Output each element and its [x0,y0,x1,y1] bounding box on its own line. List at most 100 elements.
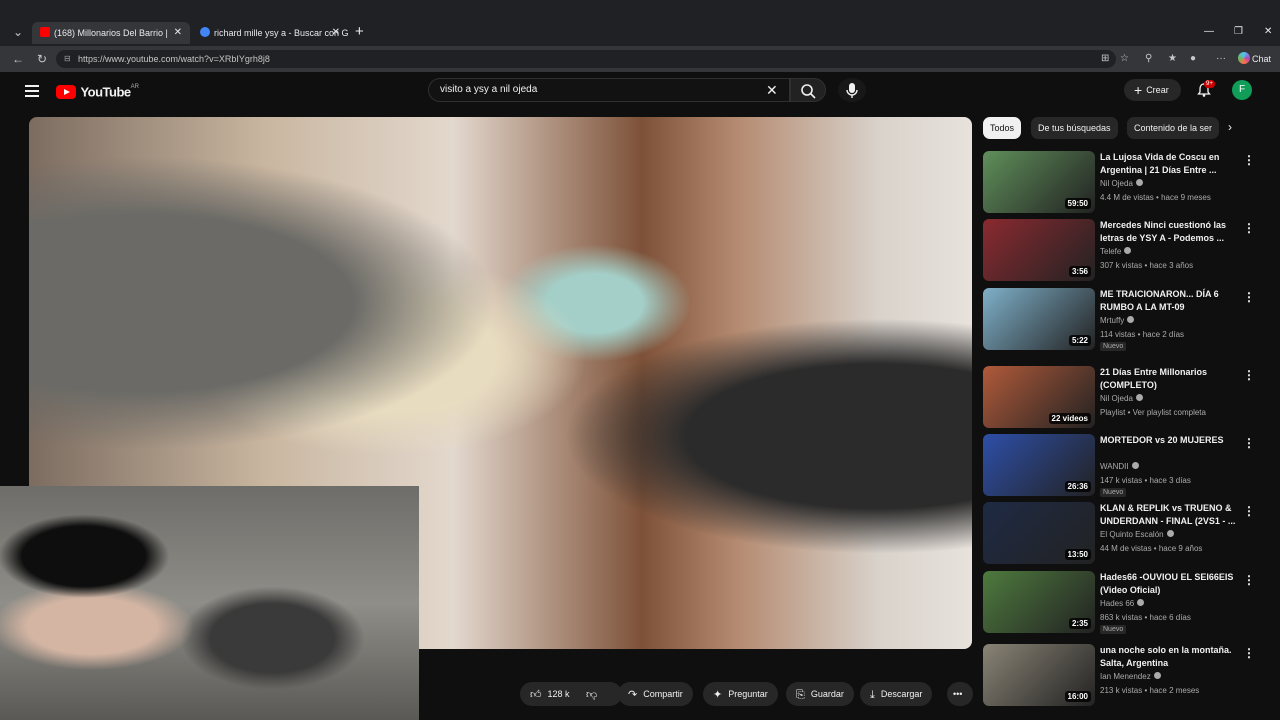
back-icon[interactable]: ← [12,50,24,68]
channel-name[interactable]: Telefe [1100,247,1132,256]
recommendation-item[interactable]: 22 videos 21 Días Entre Millonarios (COMP… [983,366,1268,428]
like-count[interactable]: 128 k [548,689,570,699]
video-title[interactable]: MORTEDOR vs 20 MUJERES [1100,434,1238,447]
recommendation-item[interactable]: 59:50 La Lujosa Vida de Coscu en Argentin… [983,151,1268,213]
recommendation-item[interactable]: 16:00 una noche solo en la montaña. Salta… [983,644,1268,706]
browser-tab[interactable]: richard mille ysy a - Buscar con Go ✕ [192,22,348,44]
channel-name[interactable]: El Quinto Escalón [1100,530,1174,539]
install-app-icon[interactable]: ⊞ [1101,50,1109,68]
save-button[interactable]: ⎘ Guardar [786,682,854,706]
video-meta: 213 k vistas • hace 2 meses [1100,686,1200,695]
view-count: 213 k vistas [1100,686,1143,695]
like-icon[interactable]: 👍︎ [530,689,542,701]
view-count: 863 k vistas [1100,613,1143,622]
download-label: Descargar [880,689,923,699]
chip-de-tus-busquedas[interactable]: De tus búsquedas [1031,117,1118,139]
more-options-icon[interactable]: ⋮ [1243,153,1255,167]
view-count: Playlist [1100,408,1126,417]
more-options-icon[interactable]: ⋮ [1243,290,1255,304]
video-title[interactable]: ME TRAICIONARON... DÍA 6 RUMBO A LA MT-0… [1100,288,1238,314]
maximize-icon[interactable]: ❐ [1234,22,1243,42]
channel-name[interactable]: Ian Menendez [1100,672,1161,681]
account-avatar[interactable]: F [1232,80,1252,100]
google-favicon-icon [200,27,210,37]
chip-todos[interactable]: Todos [983,117,1022,139]
recommendation-item[interactable]: 13:50 KLAN & REPLIK vs TRUENO & UNDERDANN… [983,502,1268,564]
recommendation-item[interactable]: 26:36 MORTEDOR vs 20 MUJERES WANDII 147 k v… [983,434,1268,497]
menu-icon[interactable] [25,85,39,97]
duration-badge: 5:22 [1068,335,1091,346]
video-meta: 4.4 M de vistas • hace 9 meses [1100,193,1211,202]
extensions-icon[interactable]: ⚲ [1145,50,1152,68]
video-title[interactable]: Hades66 -OUVIOU EL SEI66EIS (Video Ofici… [1100,571,1238,597]
channel-name[interactable]: WANDII [1100,462,1139,471]
video-title[interactable]: una noche solo en la montaña. Salta, Arg… [1100,644,1238,670]
tab-search-icon[interactable]: ⌄ [8,22,28,42]
minimize-icon[interactable]: — [1204,22,1214,42]
more-options-icon[interactable]: ⋮ [1243,646,1255,660]
create-button[interactable]: + Crear [1124,79,1181,101]
more-options-icon[interactable]: ⋮ [1243,368,1255,382]
download-button[interactable]: ⤓ Descargar [860,682,933,706]
address-bar[interactable]: ⊟ https://www.youtube.com/watch?v=XRbIYg… [56,50,1116,68]
reload-icon[interactable]: ↻ [37,50,47,68]
verified-icon [1124,247,1132,254]
youtube-logo[interactable]: YouTubeAR [56,83,139,101]
profile-icon[interactable]: ● [1190,50,1196,68]
view-count: 307 k vistas [1100,261,1143,270]
more-options-icon[interactable]: ⋮ [1243,436,1255,450]
menu-dots-icon[interactable]: ··· [1216,50,1226,68]
scrollbar[interactable] [1272,112,1280,720]
clear-search-icon[interactable]: ✕ [766,81,778,99]
video-title[interactable]: Mercedes Ninci cuestionó las letras de Y… [1100,219,1238,245]
site-info-icon[interactable]: ⊟ [64,50,71,68]
new-badge: Nuevo [1100,625,1127,634]
chevron-right-icon[interactable]: › [1228,120,1232,134]
channel-name[interactable]: Hades 66 [1100,599,1145,608]
new-tab-button[interactable]: + [355,22,364,42]
channel-label: El Quinto Escalón [1100,530,1164,539]
video-title[interactable]: 21 Días Entre Millonarios (COMPLETO) [1100,366,1238,392]
verified-icon [1131,462,1139,469]
more-actions-button[interactable]: ••• [947,682,973,706]
favorites-icon[interactable]: ★ [1168,50,1177,68]
video-thumbnail[interactable]: 3:56 [983,219,1095,281]
share-label: Compartir [643,689,683,699]
ask-label: Preguntar [728,689,768,699]
close-tab-icon[interactable]: ✕ [174,22,182,44]
close-window-icon[interactable]: ✕ [1264,22,1272,42]
channel-label: Telefe [1100,247,1122,256]
close-tab-icon[interactable]: ✕ [332,22,340,44]
video-thumbnail[interactable]: 2:35 [983,571,1095,633]
copilot-chat-button[interactable]: Chat [1238,52,1271,64]
video-thumbnail[interactable]: 22 videos [983,366,1095,428]
channel-name[interactable]: Nil Ojeda [1100,179,1143,188]
recommendation-item[interactable]: 5:22 ME TRAICIONARON... DÍA 6 RUMBO A LA … [983,288,1268,351]
more-options-icon[interactable]: ⋮ [1243,504,1255,518]
search-button[interactable] [790,78,826,102]
recommendation-item[interactable]: 3:56 Mercedes Ninci cuestionó las letras … [983,219,1268,281]
dislike-icon[interactable]: 👎︎ [586,689,597,701]
video-thumbnail[interactable]: 26:36 [983,434,1095,496]
bookmark-star-icon[interactable]: ☆ [1120,50,1129,68]
browser-tab-active[interactable]: (168) Millonarios Del Barrio | ✕ [32,22,190,44]
chip-contenido-serie[interactable]: Contenido de la ser [1127,117,1220,139]
video-thumbnail[interactable]: 59:50 [983,151,1095,213]
video-thumbnail[interactable]: 13:50 [983,502,1095,564]
view-count: 44 M de vistas [1100,544,1152,553]
channel-name[interactable]: Mrtuffy [1100,316,1135,325]
share-button[interactable]: ↷ Compartir [618,682,693,706]
search-input[interactable]: visito a ysy a nil ojeda [428,78,790,102]
video-meta: 44 M de vistas • hace 9 años [1100,544,1203,553]
video-title[interactable]: KLAN & REPLIK vs TRUENO & UNDERDANN - FI… [1100,502,1238,528]
ask-button[interactable]: ✦ Preguntar [703,682,778,706]
recommendation-item[interactable]: 2:35 Hades66 -OUVIOU EL SEI66EIS (Video O… [983,571,1268,634]
video-thumbnail[interactable]: 5:22 [983,288,1095,350]
video-thumbnail[interactable]: 16:00 [983,644,1095,706]
video-title[interactable]: La Lujosa Vida de Coscu en Argentina | 2… [1100,151,1238,177]
voice-search-button[interactable] [838,78,866,102]
more-options-icon[interactable]: ⋮ [1243,573,1255,587]
more-options-icon[interactable]: ⋮ [1243,221,1255,235]
youtube-favicon-icon [40,27,50,37]
channel-name[interactable]: Nil Ojeda [1100,394,1143,403]
